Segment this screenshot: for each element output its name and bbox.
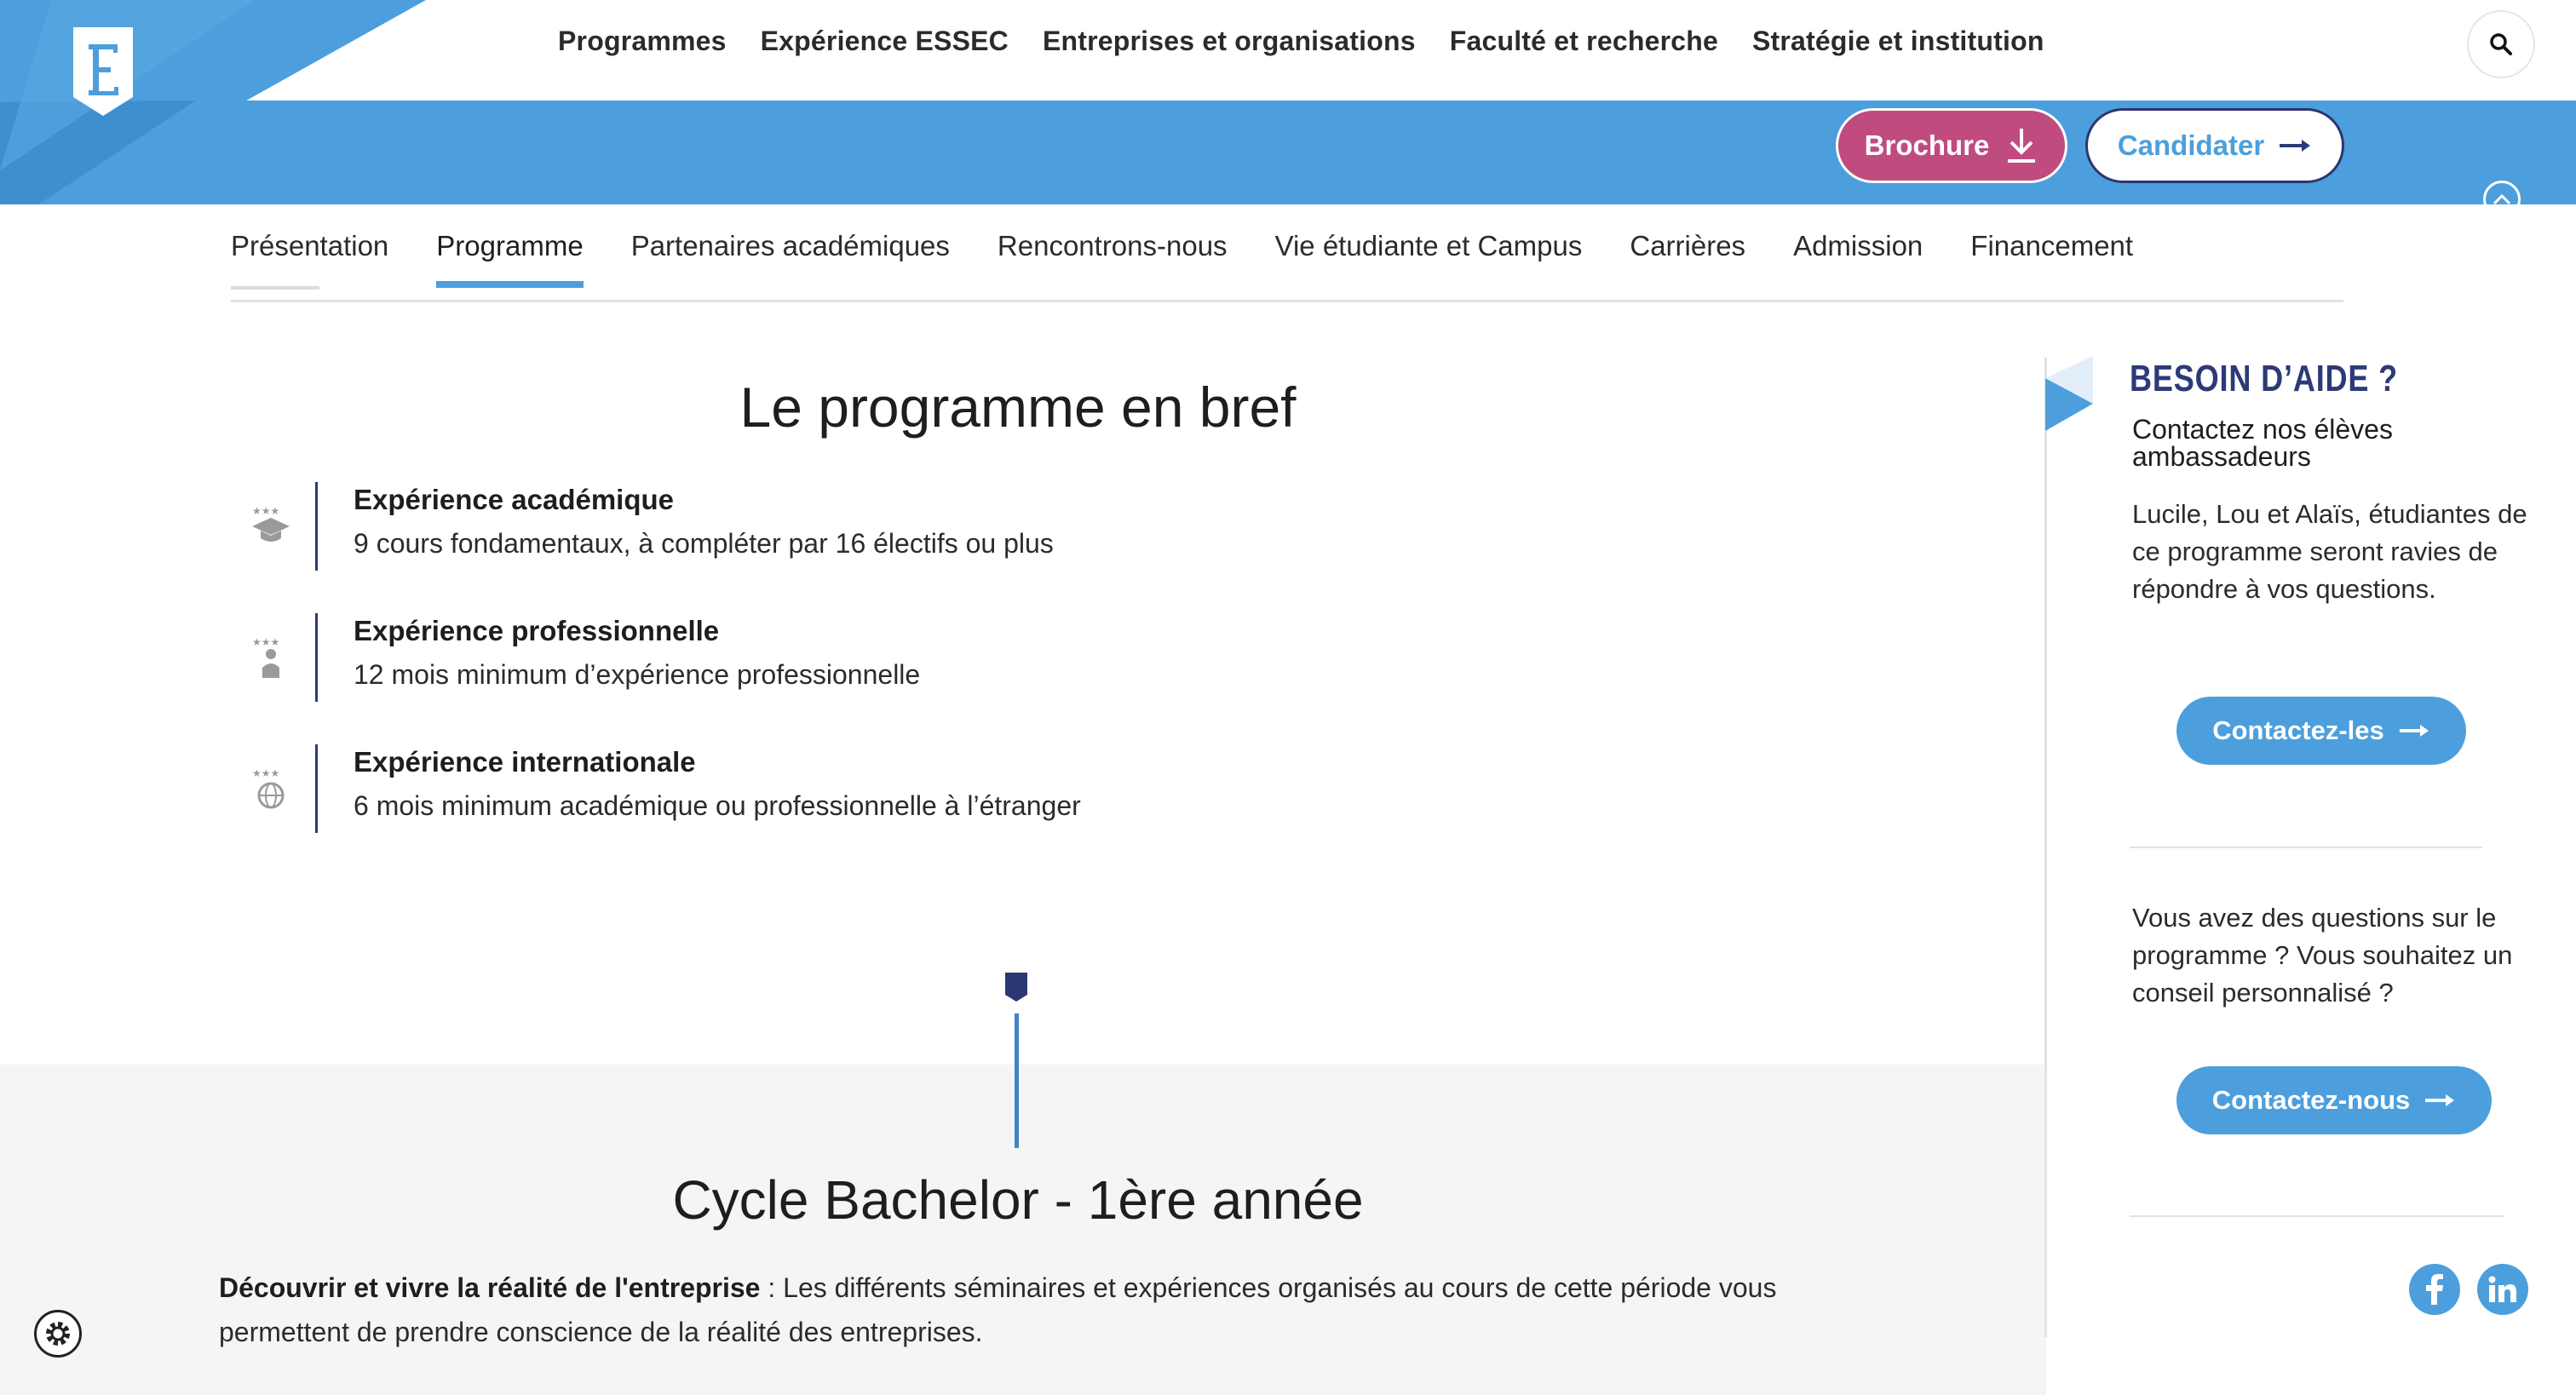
search-icon (2490, 33, 2512, 55)
brochure-label: Brochure (1864, 129, 1990, 161)
header-corner-decoration (0, 0, 426, 238)
feature-description: 6 mois minimum académique ou professionn… (354, 790, 1081, 821)
feature-title: Expérience internationale (354, 746, 696, 778)
nav-experience-essec[interactable]: Expérience ESSEC (761, 26, 1009, 57)
nav-programmes[interactable]: Programmes (558, 26, 727, 57)
section-title: Cycle Bachelor - 1ère année (672, 1169, 1364, 1231)
paragraph-lead: Découvrir et vivre la réalité de l'entre… (219, 1272, 761, 1303)
essec-logo[interactable] (72, 26, 135, 118)
help-title: BESOIN D’AIDE ? (2130, 358, 2399, 399)
tab-programme[interactable]: Programme (436, 230, 584, 288)
help-text-secondary: Vous avez des questions sur le programme… (2132, 903, 2513, 1008)
subnav-items: Présentation Programme Partenaires acadé… (231, 230, 2181, 290)
subnav-divider (231, 300, 2343, 302)
cookie-settings-button[interactable] (34, 1310, 82, 1358)
arrow-right-icon (2280, 140, 2311, 152)
linkedin-button[interactable] (2477, 1264, 2528, 1315)
contact-ambassadors-label: Contactez-les (2212, 715, 2384, 745)
timeline-line (1015, 1013, 1019, 1148)
graduation-cap-stars-icon: ★★★ (252, 505, 290, 542)
feature-title: Expérience professionnelle (354, 615, 720, 646)
sidebar-divider (2130, 847, 2482, 848)
feature-divider (315, 744, 318, 833)
tab-admission[interactable]: Admission (1793, 230, 1923, 288)
arrow-right-icon (2425, 1094, 2455, 1106)
arrow-right-icon (2399, 725, 2429, 737)
timeline-marker-icon (1005, 973, 1027, 1002)
feature-divider (315, 482, 318, 571)
contact-ambassadors-button[interactable]: Contactez-les (2176, 697, 2466, 765)
contact-us-label: Contactez-nous (2211, 1085, 2411, 1115)
feature-item: ★★★ Expérience internationale 6 mois min… (230, 744, 1252, 833)
tab-presentation[interactable]: Présentation (231, 230, 388, 290)
gear-icon (46, 1322, 70, 1346)
sidebar-border (2044, 358, 2047, 1337)
svg-text:★★★: ★★★ (252, 505, 279, 517)
contact-us-button[interactable]: Contactez-nous (2176, 1066, 2492, 1134)
person-stars-icon: ★★★ (252, 636, 279, 678)
feature-item: ★★★ Expérience professionnelle 12 mois m… (230, 613, 1252, 702)
section-paragraph: Découvrir et vivre la réalité de l'entre… (219, 1266, 1854, 1354)
download-icon (2008, 129, 2036, 163)
nav-entreprises[interactable]: Entreprises et organisations (1043, 26, 1416, 57)
nav-faculte[interactable]: Faculté et recherche (1450, 26, 1718, 57)
facebook-button[interactable] (2409, 1264, 2460, 1315)
svg-text:★★★: ★★★ (252, 767, 279, 779)
facebook-icon (2426, 1274, 2443, 1305)
sidebar-flag-decoration (2045, 356, 2093, 431)
sidebar-divider (2130, 1215, 2504, 1217)
search-button[interactable] (2467, 10, 2535, 78)
linkedin-icon (2488, 1276, 2516, 1302)
svg-text:★★★: ★★★ (252, 636, 279, 648)
page-title: Le programme en bref (739, 376, 1297, 439)
feature-description: 12 mois minimum d’expérience professionn… (354, 659, 921, 690)
tab-financement[interactable]: Financement (1970, 230, 2133, 288)
tab-rencontrons-nous[interactable]: Rencontrons-nous (998, 230, 1228, 288)
feature-divider (315, 613, 318, 702)
nav-strategie[interactable]: Stratégie et institution (1752, 26, 2044, 57)
feature-title: Expérience académique (354, 484, 675, 515)
help-subtitle: Contactez nos élèves ambassadeurs (2132, 414, 2393, 472)
candidater-label: Candidater (2117, 129, 2265, 161)
feature-description: 9 cours fondamentaux, à compléter par 16… (354, 528, 1054, 559)
globe-stars-icon: ★★★ (252, 767, 285, 809)
brochure-button[interactable]: Brochure (1836, 108, 2067, 183)
feature-item: ★★★ Expérience académique 9 cours fondam… (230, 482, 1252, 571)
tab-carrieres[interactable]: Carrières (1630, 230, 1745, 288)
tab-vie-etudiante[interactable]: Vie étudiante et Campus (1275, 230, 1583, 288)
tab-partenaires[interactable]: Partenaires académiques (631, 230, 950, 288)
main-nav: Programmes Expérience ESSEC Entreprises … (558, 26, 2079, 57)
help-text: Lucile, Lou et Alaïs, étudiantes de ce p… (2132, 499, 2527, 604)
candidater-button[interactable]: Candidater (2085, 108, 2344, 183)
